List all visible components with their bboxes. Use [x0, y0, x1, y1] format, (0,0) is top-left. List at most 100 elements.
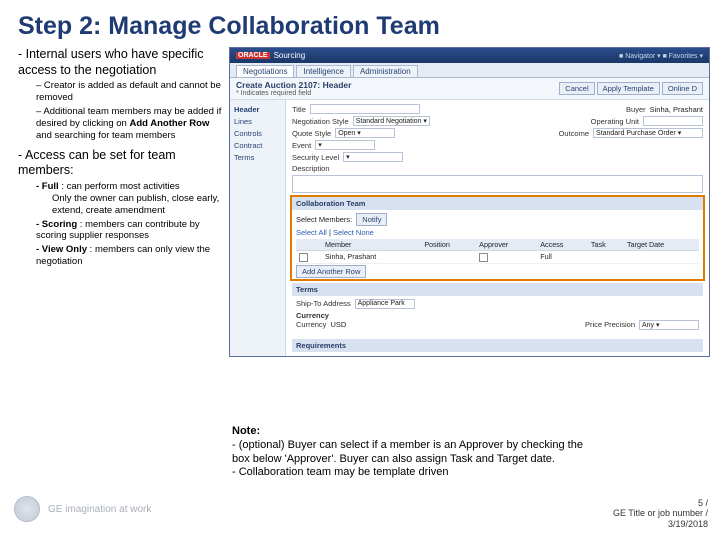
add-another-row-button[interactable]: Add Another Row — [296, 265, 366, 278]
slide-title: Step 2: Manage Collaboration Team — [0, 0, 720, 47]
shipto-label: Ship-To Address — [296, 299, 351, 308]
col-approver: Approver — [476, 239, 537, 251]
ou-input[interactable] — [643, 116, 703, 126]
content-row: - Internal users who have specific acces… — [0, 47, 720, 357]
oracle-main: Title BuyerSinha, Prashant Negotiation S… — [286, 100, 709, 356]
oracle-brand: ORACLE — [236, 52, 270, 59]
row-member: Sinha, Prashant — [322, 251, 421, 264]
select-all-link[interactable]: Select All — [296, 228, 327, 237]
apply-template-button[interactable]: Apply Template — [597, 82, 660, 95]
oracle-sidenav: Header Lines Controls Contract Terms — [230, 100, 286, 356]
access-full: - Full : can perform most activities — [36, 181, 223, 193]
sidenav-header[interactable]: Header — [234, 104, 281, 116]
description-textarea[interactable] — [292, 175, 703, 193]
col-position: Position — [421, 239, 476, 251]
terms-bar: Terms — [292, 283, 703, 296]
outcome-label: Outcome — [559, 129, 589, 138]
event-label: Event — [292, 141, 311, 150]
oracle-product: Sourcing — [274, 51, 306, 60]
neg-style-label: Negotiation Style — [292, 117, 349, 126]
collab-header-row: Member Position Approver Access Task Tar… — [296, 239, 699, 251]
quote-style-select[interactable]: Open ▾ — [335, 128, 395, 138]
tab-intelligence[interactable]: Intelligence — [296, 65, 350, 77]
buyer-value: Sinha, Prashant — [650, 105, 703, 114]
oracle-body: Header Lines Controls Contract Terms Tit… — [230, 100, 709, 356]
access-full-detail: Only the owner can publish, close early,… — [52, 193, 223, 217]
collab-table: Member Position Approver Access Task Tar… — [296, 239, 699, 264]
oracle-header-links[interactable]: ■ Navigator ▾ ■ Favorites ▾ — [619, 52, 703, 60]
neg-style-select[interactable]: Standard Negotiation ▾ — [353, 116, 430, 126]
requirements-bar: Requirements — [292, 339, 703, 352]
notify-button[interactable]: Notify — [356, 213, 387, 226]
note-block: Note: - (optional) Buyer can select if a… — [232, 425, 602, 480]
screenshot-column: ORACLE Sourcing ■ Navigator ▾ ■ Favorite… — [229, 47, 710, 357]
tab-negotiations[interactable]: Negotiations — [236, 65, 294, 77]
col-task: Task — [588, 239, 624, 251]
sub-creator-default: – Creator is added as default and cannot… — [36, 80, 223, 104]
tab-administration[interactable]: Administration — [353, 65, 418, 77]
oracle-app: ORACLE Sourcing ■ Navigator ▾ ■ Favorite… — [229, 47, 710, 357]
collab-highlight: Collaboration Team Select Members: Notif… — [292, 197, 703, 279]
row-task[interactable] — [588, 251, 624, 264]
access-scoring-label: - Scoring — [36, 219, 77, 230]
cancel-button[interactable]: Cancel — [559, 82, 594, 95]
access-scoring: - Scoring : members can contribute by sc… — [36, 219, 223, 243]
note-line-2: - Collaboration team may be template dri… — [232, 466, 602, 480]
buyer-label: Buyer — [626, 105, 646, 114]
collab-body: Select Members: Notify Select All | Sele… — [292, 210, 703, 279]
sidenav-contract-terms[interactable]: Contract Terms — [234, 140, 281, 164]
currency-label: Currency — [296, 320, 326, 329]
collab-bar: Collaboration Team — [292, 197, 703, 210]
online-button[interactable]: Online D — [662, 82, 703, 95]
event-select[interactable]: ▾ — [315, 140, 375, 150]
select-members-label: Select Members: — [296, 215, 352, 224]
security-select[interactable]: ▾ — [343, 152, 403, 162]
price-precision-select[interactable]: Any ▾ — [639, 320, 699, 330]
ou-label: Operating Unit — [591, 117, 639, 126]
row-target-date[interactable] — [624, 251, 699, 264]
access-full-label: - Full — [36, 181, 59, 192]
quote-style-label: Quote Style — [292, 129, 331, 138]
note-heading: Note: — [232, 425, 260, 437]
access-viewonly-label: - View Only — [36, 244, 87, 255]
oracle-logo: ORACLE Sourcing — [236, 51, 305, 60]
col-access: Access — [537, 239, 588, 251]
outcome-select[interactable]: Standard Purchase Order ▾ — [593, 128, 703, 138]
required-hint: * Indicates required field — [236, 90, 351, 97]
col-member: Member — [322, 239, 421, 251]
row-access: Full — [537, 251, 588, 264]
sub-add-members-c: and searching for team members — [36, 130, 175, 141]
col-target-date: Target Date — [624, 239, 699, 251]
terms-body: Ship-To Address Appliance Park Currency C… — [292, 296, 703, 335]
page-footer: 5 / GE Title or job number / 3/19/2018 — [613, 498, 708, 530]
ge-logo-icon — [14, 496, 40, 522]
oracle-tabs: Negotiations Intelligence Administration — [230, 63, 709, 78]
oracle-header: ORACLE Sourcing ■ Navigator ▾ ■ Favorite… — [230, 48, 709, 63]
page-number: 5 / — [613, 498, 708, 509]
footer-tagline: GE imagination at work — [48, 504, 151, 515]
access-viewonly: - View Only : members can only view the … — [36, 244, 223, 268]
currency-heading: Currency — [296, 311, 329, 320]
row-approver-checkbox[interactable] — [479, 253, 488, 262]
price-precision-label: Price Precision — [585, 320, 635, 329]
add-another-row-term: Add Another Row — [129, 118, 209, 129]
header-buttons: Cancel Apply Template Online D — [559, 82, 703, 95]
sidenav-lines[interactable]: Lines — [234, 116, 281, 128]
footer: GE imagination at work — [14, 496, 151, 522]
row-checkbox[interactable] — [299, 253, 308, 262]
note-line-1: - (optional) Buyer can select if a membe… — [232, 439, 602, 467]
security-label: Security Level — [292, 153, 339, 162]
title-input[interactable] — [310, 104, 420, 114]
footer-sub: GE Title or job number / — [613, 508, 708, 519]
access-full-text: : can perform most activities — [59, 181, 180, 192]
row-position — [421, 251, 476, 264]
explainer-column: - Internal users who have specific acces… — [18, 47, 223, 357]
point-internal-users: - Internal users who have specific acces… — [18, 47, 223, 78]
point-access-set: - Access can be set for team members: — [18, 148, 223, 179]
sub-add-members: – Additional team members may be added i… — [36, 106, 223, 142]
sidenav-controls[interactable]: Controls — [234, 128, 281, 140]
select-none-link[interactable]: Select None — [333, 228, 374, 237]
description-label: Description — [292, 164, 330, 173]
breadcrumb: Create Auction 2107: Header — [236, 80, 351, 90]
shipto-input[interactable]: Appliance Park — [355, 299, 415, 309]
